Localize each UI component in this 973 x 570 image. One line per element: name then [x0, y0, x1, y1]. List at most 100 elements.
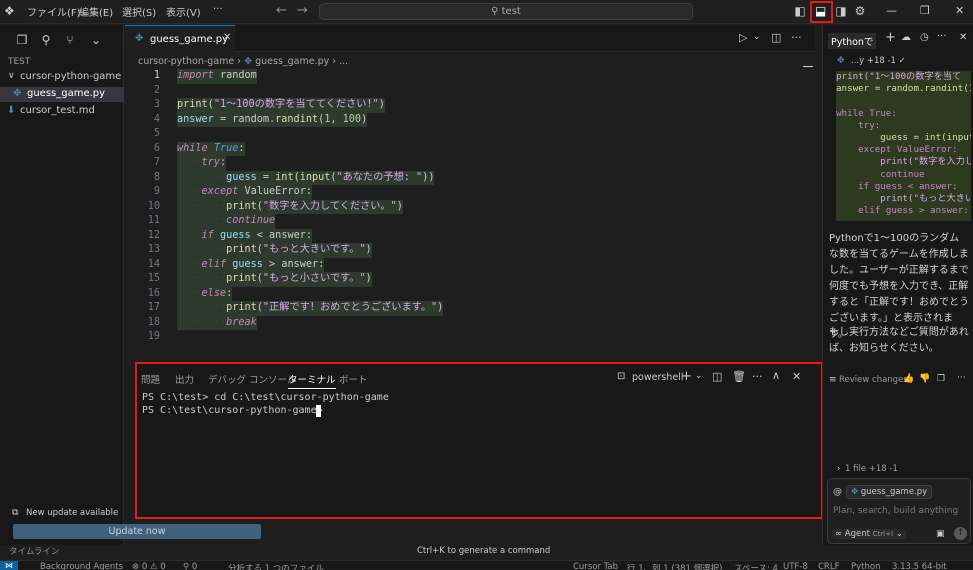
code-line[interactable]: 8 ········guess = int(input("あなたの予想: ")) — [125, 170, 815, 185]
code-line[interactable]: 16 ····else: — [125, 286, 815, 301]
files-changed[interactable]: 1 file +18 -1 — [845, 464, 898, 474]
settings-gear-icon[interactable]: ⚙ — [852, 3, 868, 19]
close-tab-icon[interactable]: ✕ — [223, 32, 231, 43]
send-button[interactable]: ↑ — [954, 527, 967, 540]
status-encoding[interactable]: UTF-8 — [783, 562, 808, 570]
tab-debug-console[interactable]: デバッグ コンソール — [208, 372, 297, 386]
forward-arrow-icon[interactable]: → — [297, 3, 308, 18]
more-actions-icon[interactable]: ··· — [957, 373, 966, 383]
context-chip[interactable]: ✥ guess_game.py — [846, 485, 933, 499]
thumbs-down-icon[interactable]: 👎 — [919, 374, 930, 384]
chevron-down-icon[interactable]: ⌄ — [88, 33, 104, 49]
file-item-cursor-test[interactable]: cursor_test.md — [20, 105, 95, 116]
code-line[interactable]: 2 — [125, 84, 815, 99]
chevron-down-icon[interactable]: ⌄ — [695, 371, 703, 381]
code-line[interactable]: 19 — [125, 330, 815, 345]
terminal-line[interactable]: PS C:\test\cursor-python-game> — [142, 405, 329, 416]
more-actions-icon[interactable]: ··· — [752, 370, 763, 383]
code-line[interactable]: 13 ········print("もっと大きいです。") — [125, 243, 815, 258]
code-line[interactable]: 18 ········break — [125, 315, 815, 330]
status-indent[interactable]: スペース: 4 — [734, 562, 778, 570]
update-now-button[interactable]: Update now — [13, 524, 261, 539]
status-position[interactable]: 行 1、列 1 (381 個選択) — [627, 562, 722, 570]
menu-selection[interactable]: 選択(S) — [122, 4, 156, 19]
minimize-icon[interactable]: — — [886, 4, 897, 17]
more-actions-icon[interactable]: ··· — [791, 31, 802, 44]
code-line[interactable]: 3 print("1〜100の数字を当ててください!") — [125, 98, 815, 113]
menu-edit[interactable]: 編集(E) — [79, 4, 113, 19]
breadcrumb-file[interactable]: guess_game.py — [255, 56, 329, 67]
toggle-panel-button[interactable]: ⬓ — [810, 1, 833, 23]
tab-output[interactable]: 出力 — [175, 372, 194, 386]
code-line[interactable]: 10 ········print("数字を入力してください。") — [125, 199, 815, 214]
status-background-agents[interactable]: Background Agents — [40, 562, 123, 570]
status-cursor-tab[interactable]: Cursor Tab — [573, 562, 618, 570]
copy-icon[interactable]: ❐ — [937, 374, 945, 384]
status-language[interactable]: Python — [851, 562, 880, 570]
status-analysis[interactable]: 分析する 1 つのファイル — [228, 562, 324, 570]
status-ports[interactable]: ⚲ 0 — [183, 562, 197, 570]
code-line[interactable]: 15 ········print("もっと小さいです。") — [125, 272, 815, 287]
agent-mode-selector[interactable]: ∞ Agent Ctrl+I ⌄ — [832, 529, 906, 539]
shell-label[interactable]: powershell — [632, 372, 683, 383]
breadcrumb-folder[interactable]: cursor-python-game — [138, 56, 234, 67]
code-line[interactable]: 9 ····except ValueError: — [125, 185, 815, 200]
review-changes-link[interactable]: Review changes — [839, 375, 908, 385]
workspace-root[interactable]: TEST — [8, 57, 30, 67]
new-terminal-icon[interactable]: + — [681, 369, 692, 384]
split-terminal-icon[interactable]: ◫ — [712, 370, 722, 383]
code-line[interactable]: 14 ····elif guess > answer: — [125, 257, 815, 272]
menu-view[interactable]: 表示(V) — [166, 4, 201, 19]
search-panel-icon[interactable]: ⚲ — [38, 33, 54, 49]
image-icon[interactable]: ▣ — [936, 529, 945, 539]
cloud-icon[interactable]: ☁ — [901, 32, 911, 43]
breadcrumb-symbol[interactable]: ... — [339, 56, 348, 67]
split-editor-icon[interactable]: ◫ — [771, 31, 781, 44]
menu-file[interactable]: ファイル(F) — [27, 4, 81, 19]
tab-guess-game[interactable]: ✥ guess_game.py ✕ — [125, 25, 235, 52]
code-line[interactable]: 17 ········print("正解です！おめでとうございます。") — [125, 301, 815, 316]
thumbs-up-icon[interactable]: 👍 — [903, 374, 914, 384]
tab-ports[interactable]: ポート — [339, 372, 368, 386]
maximize-panel-icon[interactable]: ∧ — [772, 369, 780, 382]
code-line[interactable]: 5 — [125, 127, 815, 142]
diff-summary[interactable]: ...y +18 -1 ✓ — [851, 56, 906, 66]
code-line[interactable]: 4 answer = random.randint(1, 100) — [125, 112, 815, 127]
status-interpreter[interactable]: 3.13.5 64-bit — [892, 562, 947, 570]
chat-input-box[interactable]: @ ✥ guess_game.py Plan, search, build an… — [827, 478, 971, 544]
command-center-search[interactable]: ⚲ test — [319, 3, 693, 20]
status-eol[interactable]: CRLF — [818, 562, 839, 570]
menu-more[interactable]: ··· — [213, 4, 223, 15]
run-icon[interactable]: ▷ — [739, 31, 747, 44]
code-line[interactable]: 7 ····try: — [125, 156, 815, 171]
code-line[interactable]: 11 ········continue — [125, 214, 815, 229]
timeline-section[interactable]: タイムライン — [9, 545, 59, 557]
trash-icon[interactable]: 🗑 — [732, 370, 746, 383]
explorer-icon[interactable]: ❐ — [14, 33, 30, 49]
more-actions-icon[interactable]: ··· — [937, 31, 947, 42]
close-chat-icon[interactable]: ✕ — [959, 32, 967, 43]
tab-problems[interactable]: 問題 — [141, 372, 160, 386]
toggle-secondary-sidebar-icon[interactable]: ◨ — [833, 3, 849, 19]
chat-input-placeholder[interactable]: Plan, search, build anything — [833, 506, 958, 516]
folder-item[interactable]: cursor-python-game — [20, 71, 121, 82]
selected-file-row[interactable]: ✥ guess_game.py — [0, 87, 124, 102]
close-panel-icon[interactable]: ✕ — [792, 370, 801, 383]
mention-icon[interactable]: @ — [833, 487, 842, 497]
chat-tab[interactable]: Pythonで — [828, 33, 877, 49]
close-window-icon[interactable]: ✕ — [955, 4, 964, 17]
new-chat-icon[interactable]: + — [885, 30, 896, 45]
code-line[interactable]: 1 import random — [125, 69, 815, 84]
restore-icon[interactable]: ❐ — [920, 4, 930, 17]
status-problems[interactable]: ⊗ 0 ⚠ 0 — [132, 562, 166, 570]
chevron-right-icon[interactable]: › — [837, 464, 840, 474]
chevron-down-icon[interactable]: ⌄ — [753, 32, 761, 42]
code-line[interactable]: 12 ····if guess < answer: — [125, 228, 815, 243]
source-control-icon[interactable]: ⑂ — [62, 33, 78, 49]
tab-terminal[interactable]: ターミナル — [288, 372, 336, 389]
history-icon[interactable]: ◷ — [920, 32, 929, 43]
toggle-primary-sidebar-icon[interactable]: ◧ — [792, 3, 808, 19]
remote-indicator[interactable]: ⋈ — [0, 561, 18, 570]
code-line[interactable]: 6 while True: — [125, 141, 815, 156]
folder-chevron-icon[interactable]: ∨ — [8, 71, 15, 81]
